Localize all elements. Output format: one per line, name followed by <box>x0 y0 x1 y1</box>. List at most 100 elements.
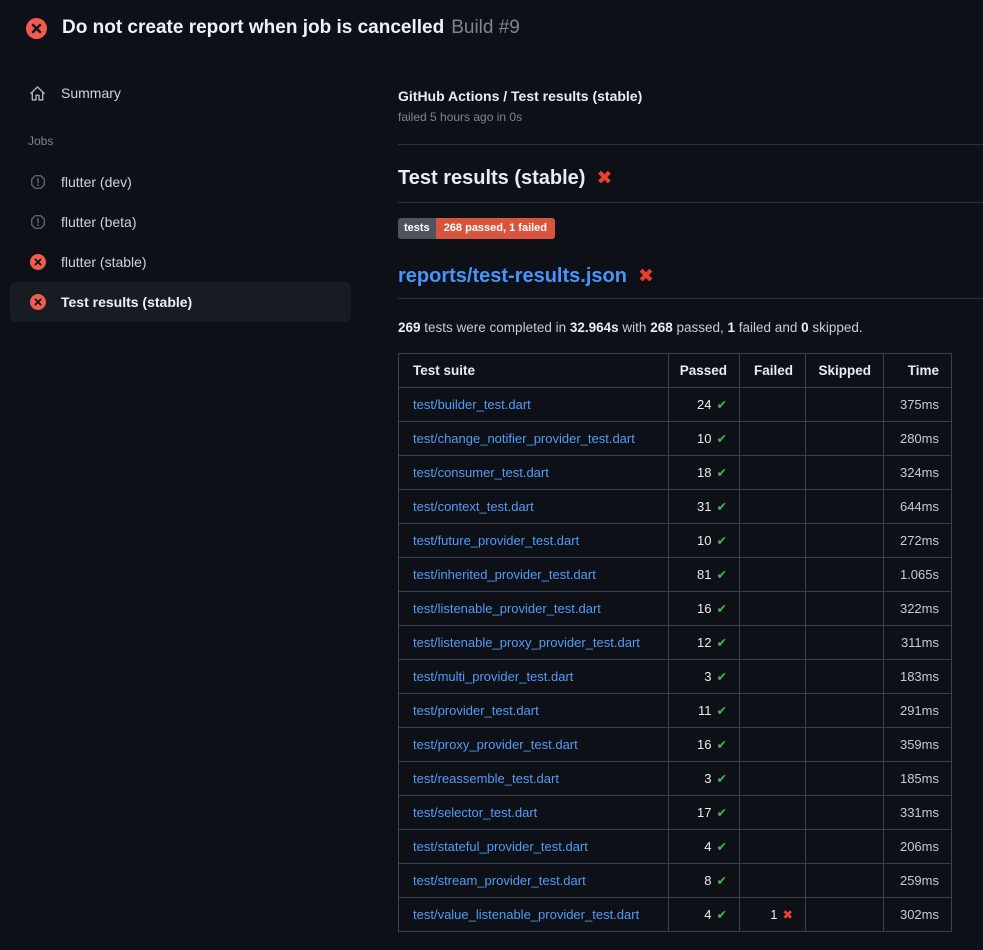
passed-value: 8 <box>704 873 711 888</box>
sidebar-item-label: Test results (stable) <box>61 294 192 310</box>
cancelled-icon <box>29 214 46 231</box>
table-row: test/provider_test.dart 11✔ ✖ 291ms <box>399 694 952 728</box>
passed-value: 16 <box>697 737 711 752</box>
skipped-cell <box>806 456 884 490</box>
time-value: 280ms <box>900 431 939 446</box>
time-cell: 644ms <box>884 490 952 524</box>
failed-cell: ✖ <box>740 796 806 830</box>
failed-cell: ✖ <box>740 864 806 898</box>
suite-cell: test/change_notifier_provider_test.dart <box>399 422 669 456</box>
check-icon: ✔ <box>717 568 727 582</box>
skipped-cell <box>806 898 884 932</box>
header-passed: Passed <box>669 354 740 388</box>
sidebar: Summary Jobs flutter (dev) flutter (beta… <box>0 56 390 322</box>
passed-value: 4 <box>704 907 711 922</box>
failed-cell: ✖ <box>740 592 806 626</box>
report-title-link[interactable]: reports/test-results.json <box>398 265 627 288</box>
passed-value: 3 <box>704 669 711 684</box>
cross-icon: ✖ <box>783 908 793 922</box>
sidebar-item-flutter-beta[interactable]: flutter (beta) <box>0 202 390 242</box>
badge-value: 268 passed, 1 failed <box>436 218 555 239</box>
sidebar-item-label: flutter (beta) <box>61 214 136 230</box>
time-cell: 272ms <box>884 524 952 558</box>
time-value: 291ms <box>900 703 939 718</box>
sidebar-item-flutter-dev[interactable]: flutter (dev) <box>0 162 390 202</box>
suite-link[interactable]: test/reassemble_test.dart <box>413 771 559 786</box>
section-title-row: Test results (stable) ✖ <box>398 167 983 203</box>
suite-cell: test/builder_test.dart <box>399 388 669 422</box>
passed-value: 4 <box>704 839 711 854</box>
passed-value: 12 <box>697 635 711 650</box>
time-cell: 183ms <box>884 660 952 694</box>
check-icon: ✔ <box>717 738 727 752</box>
header-failed: Failed <box>740 354 806 388</box>
skipped-cell <box>806 830 884 864</box>
breadcrumb: GitHub Actions / Test results (stable) <box>398 88 983 104</box>
suite-link[interactable]: test/consumer_test.dart <box>413 465 549 480</box>
suite-link[interactable]: test/proxy_provider_test.dart <box>413 737 578 752</box>
passed-value: 16 <box>697 601 711 616</box>
suite-link[interactable]: test/stream_provider_test.dart <box>413 873 586 888</box>
time-value: 375ms <box>900 397 939 412</box>
failed-cell: 1✖ <box>740 898 806 932</box>
time-value: 302ms <box>900 907 939 922</box>
suite-link[interactable]: test/provider_test.dart <box>413 703 539 718</box>
table-row: test/stateful_provider_test.dart 4✔ ✖ 20… <box>399 830 952 864</box>
check-icon: ✔ <box>717 398 727 412</box>
passed-value: 81 <box>697 567 711 582</box>
report-title-row: reports/test-results.json ✖ <box>398 265 983 299</box>
suite-link[interactable]: test/future_provider_test.dart <box>413 533 579 548</box>
run-header: Do not create report when job is cancell… <box>0 0 983 39</box>
table-row: test/future_provider_test.dart 10✔ ✖ 272… <box>399 524 952 558</box>
skipped-cell <box>806 388 884 422</box>
badge-label: tests <box>398 218 436 239</box>
sidebar-item-label: Summary <box>61 85 121 101</box>
suite-cell: test/inherited_provider_test.dart <box>399 558 669 592</box>
time-cell: 311ms <box>884 626 952 660</box>
results-table-body: test/builder_test.dart 24✔ ✖ 375ms test/… <box>399 388 952 932</box>
passed-cell: 3✔ <box>669 762 740 796</box>
suite-link[interactable]: test/change_notifier_provider_test.dart <box>413 431 635 446</box>
failed-value: 1 <box>770 907 777 922</box>
table-row: test/multi_provider_test.dart 3✔ ✖ 183ms <box>399 660 952 694</box>
failed-cell: ✖ <box>740 456 806 490</box>
time-cell: 322ms <box>884 592 952 626</box>
time-cell: 1.065s <box>884 558 952 592</box>
section-title: Test results (stable) <box>398 167 585 190</box>
suite-cell: test/context_test.dart <box>399 490 669 524</box>
suite-link[interactable]: test/listenable_proxy_provider_test.dart <box>413 635 640 650</box>
check-icon: ✔ <box>717 636 727 650</box>
jobs-section-label: Jobs <box>28 134 390 148</box>
time-cell: 359ms <box>884 728 952 762</box>
suite-link[interactable]: test/listenable_provider_test.dart <box>413 601 601 616</box>
suite-link[interactable]: test/multi_provider_test.dart <box>413 669 573 684</box>
time-value: 331ms <box>900 805 939 820</box>
check-icon: ✔ <box>717 500 727 514</box>
time-value: 359ms <box>900 737 939 752</box>
sidebar-item-summary[interactable]: Summary <box>0 73 390 113</box>
suite-link[interactable]: test/builder_test.dart <box>413 397 531 412</box>
suite-link[interactable]: test/stateful_provider_test.dart <box>413 839 588 854</box>
sidebar-item-flutter-stable[interactable]: flutter (stable) <box>0 242 390 282</box>
time-cell: 206ms <box>884 830 952 864</box>
check-icon: ✔ <box>717 432 727 446</box>
failed-cell: ✖ <box>740 830 806 864</box>
time-value: 185ms <box>900 771 939 786</box>
skipped-cell <box>806 762 884 796</box>
suite-cell: test/reassemble_test.dart <box>399 762 669 796</box>
skipped-cell <box>806 524 884 558</box>
skipped-cell <box>806 796 884 830</box>
passed-value: 11 <box>698 703 712 718</box>
suite-link[interactable]: test/inherited_provider_test.dart <box>413 567 596 582</box>
failed-cross-icon: ✖ <box>596 167 612 190</box>
failed-icon <box>29 294 46 311</box>
suite-link[interactable]: test/context_test.dart <box>413 499 534 514</box>
check-icon: ✔ <box>717 874 727 888</box>
suite-link[interactable]: test/selector_test.dart <box>413 805 537 820</box>
suite-cell: test/listenable_proxy_provider_test.dart <box>399 626 669 660</box>
sidebar-item-test-results-stable[interactable]: Test results (stable) <box>10 282 351 322</box>
suite-cell: test/future_provider_test.dart <box>399 524 669 558</box>
table-row: test/selector_test.dart 17✔ ✖ 331ms <box>399 796 952 830</box>
check-icon: ✔ <box>717 806 727 820</box>
suite-link[interactable]: test/value_listenable_provider_test.dart <box>413 907 639 922</box>
